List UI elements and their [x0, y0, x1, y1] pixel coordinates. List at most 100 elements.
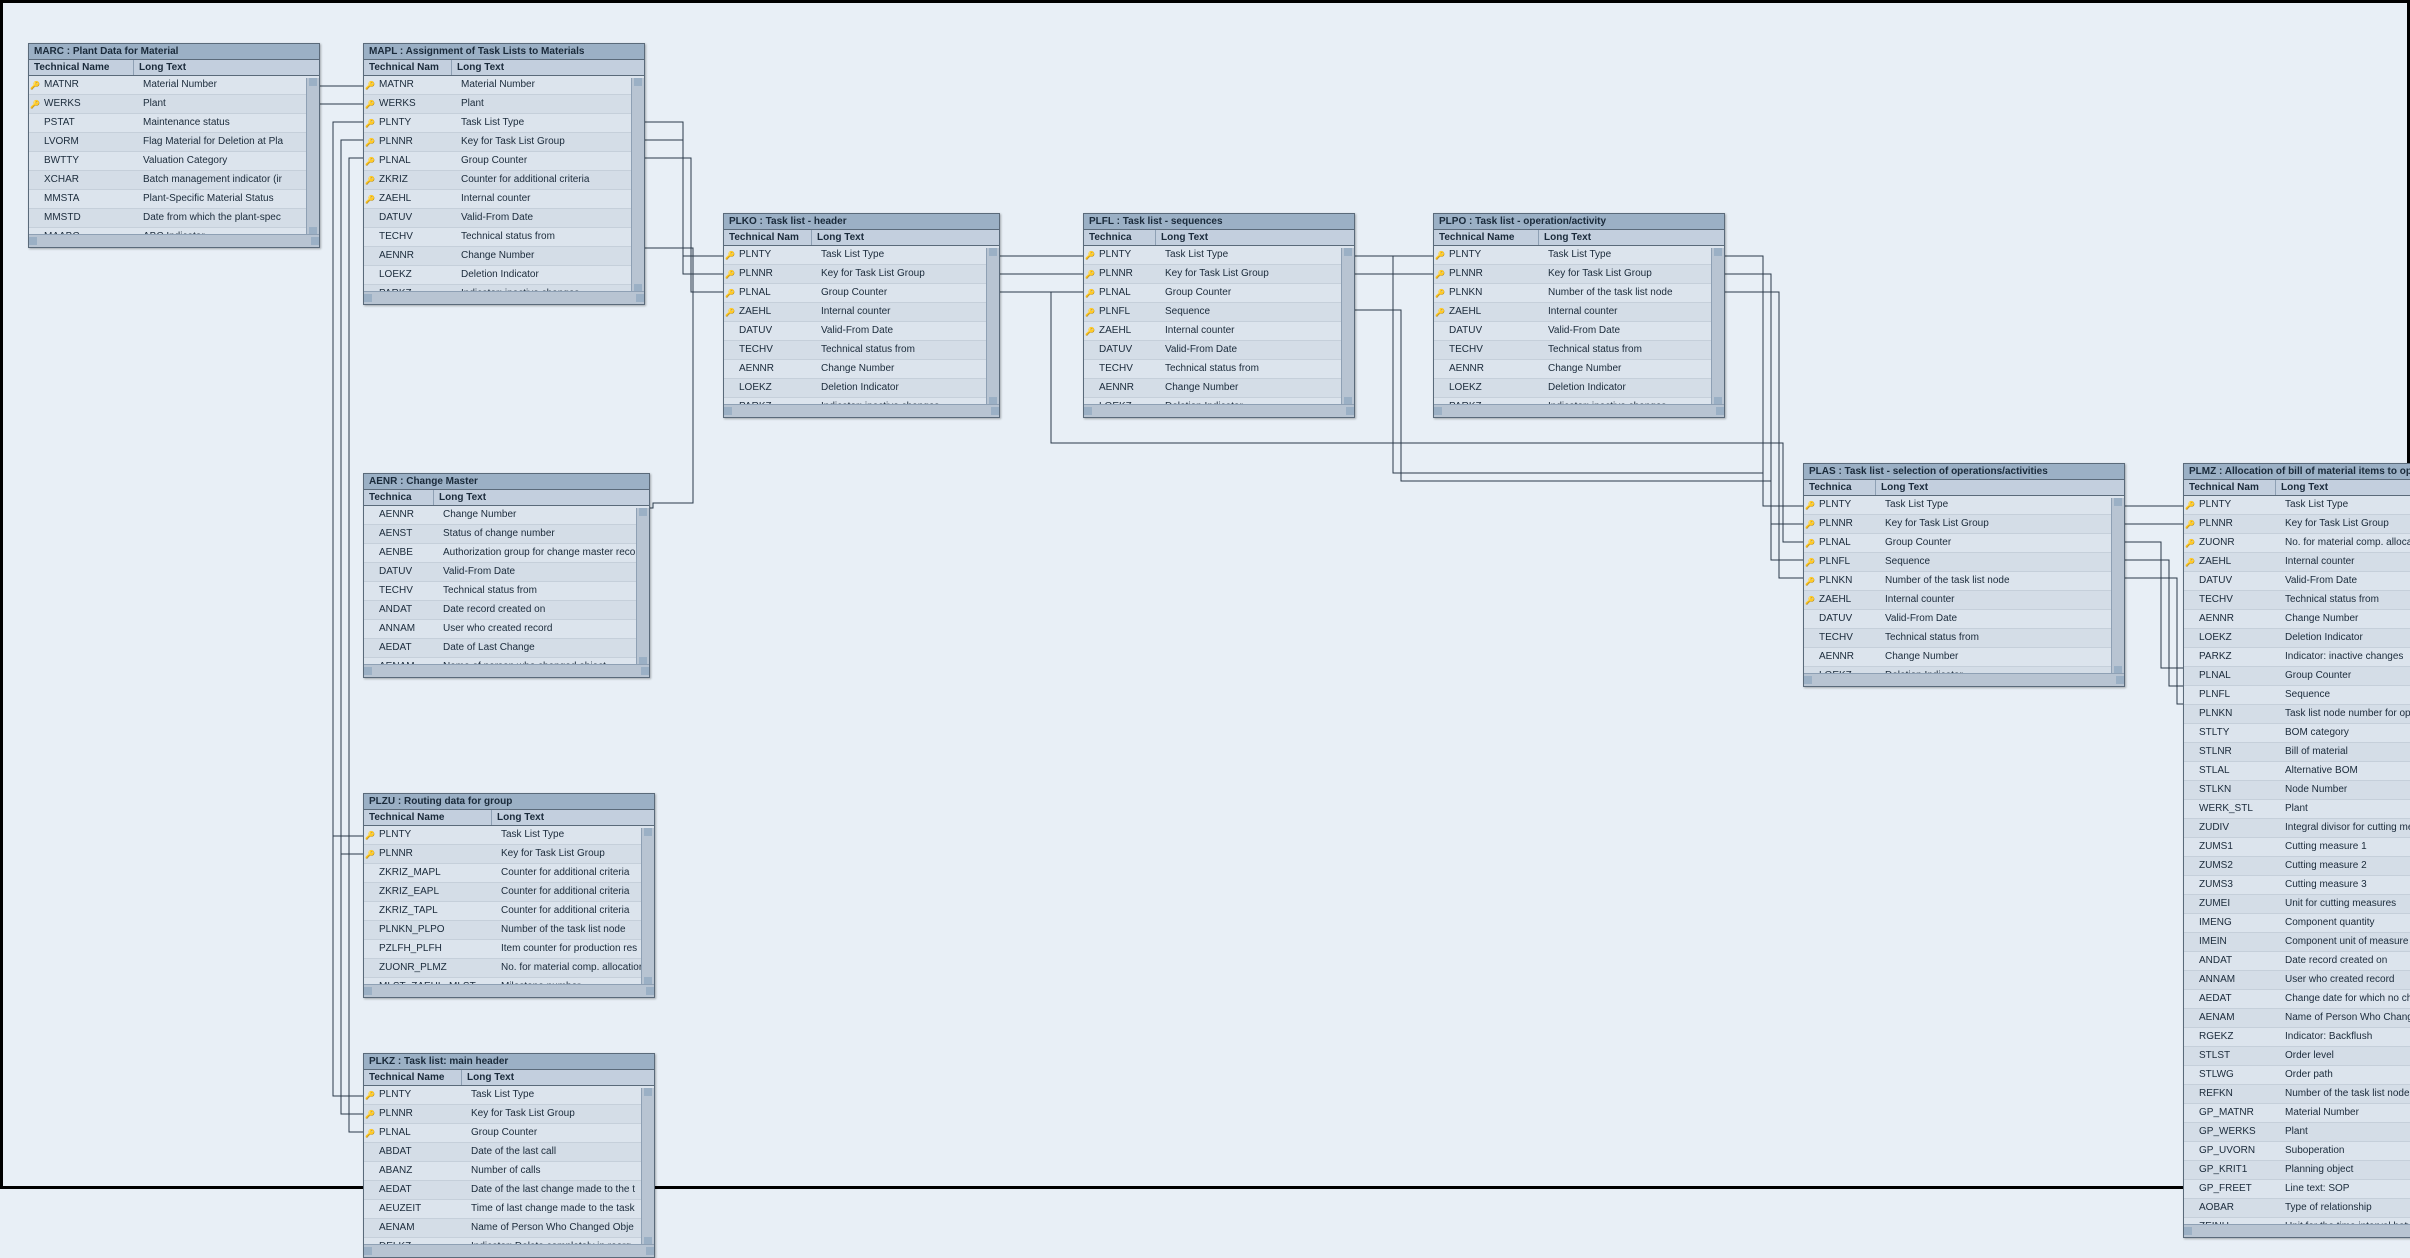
table-row[interactable]: ZAEHLInternal counter — [364, 190, 644, 209]
table-row[interactable]: ZUMS3Cutting measure 3 — [2184, 876, 2410, 895]
table-row[interactable]: TECHVTechnical status from — [1084, 360, 1354, 379]
table-row[interactable]: ZUMEIUnit for cutting measures — [2184, 895, 2410, 914]
table-row[interactable]: LOEKZDeletion Indicator — [724, 379, 999, 398]
table-row[interactable]: DATUVValid-From Date — [364, 209, 644, 228]
table-row[interactable]: AENBEAuthorization group for change mast… — [364, 544, 649, 563]
table-row[interactable]: ZUONRNo. for material comp. allocation t… — [2184, 534, 2410, 553]
table-marc[interactable]: MARC : Plant Data for MaterialTechnical … — [28, 43, 320, 248]
table-row[interactable]: PLNTYTask List Type — [2184, 496, 2410, 515]
table-row[interactable]: ZKRIZ_TAPLCounter for additional criteri… — [364, 902, 654, 921]
table-row[interactable]: PLNALGroup Counter — [1084, 284, 1354, 303]
table-row[interactable]: TECHVTechnical status from — [364, 228, 644, 247]
table-row[interactable]: AEDATDate of the last change made to the… — [364, 1181, 654, 1200]
table-row[interactable]: IMENGComponent quantity — [2184, 914, 2410, 933]
table-row[interactable]: DATUVValid-From Date — [1434, 322, 1724, 341]
table-row[interactable]: TECHVTechnical status from — [1804, 629, 2124, 648]
table-row[interactable]: ABANZNumber of calls — [364, 1162, 654, 1181]
scrollbar-vertical[interactable] — [1341, 248, 1354, 405]
table-row[interactable]: LOEKZDeletion Indicator — [1434, 379, 1724, 398]
table-row[interactable]: PLNNRKey for Task List Group — [364, 133, 644, 152]
table-row[interactable]: PLNFLSequence — [1084, 303, 1354, 322]
table-plas[interactable]: PLAS : Task list - selection of operatio… — [1803, 463, 2125, 687]
table-row[interactable]: PARKZIndicator: inactive changes — [2184, 648, 2410, 667]
table-row[interactable]: TECHVTechnical status from — [724, 341, 999, 360]
table-row[interactable]: WERK_STLPlant — [2184, 800, 2410, 819]
table-row[interactable]: ZUONR_PLMZNo. for material comp. allocat… — [364, 959, 654, 978]
table-row[interactable]: PLNNRKey for Task List Group — [1084, 265, 1354, 284]
scrollbar-vertical[interactable] — [636, 508, 649, 665]
table-row[interactable]: TECHVTechnical status from — [1434, 341, 1724, 360]
table-row[interactable]: AENAMName of Person Who Changed Obje — [364, 1219, 654, 1238]
table-row[interactable]: TECHVTechnical status from — [2184, 591, 2410, 610]
table-row[interactable]: AOBARType of relationship — [2184, 1199, 2410, 1218]
scrollbar-horizontal[interactable] — [364, 291, 644, 304]
table-row[interactable]: PLNTYTask List Type — [1804, 496, 2124, 515]
scrollbar-horizontal[interactable] — [29, 234, 319, 247]
table-row[interactable]: ANNAMUser who created record — [364, 620, 649, 639]
table-row[interactable]: ZKRIZ_MAPLCounter for additional criteri… — [364, 864, 654, 883]
table-row[interactable]: PLNKNNumber of the task list node — [1434, 284, 1724, 303]
table-row[interactable]: PLNTYTask List Type — [364, 826, 654, 845]
table-row[interactable]: PLNKNNumber of the task list node — [1804, 572, 2124, 591]
table-row[interactable]: LOEKZDeletion Indicator — [364, 266, 644, 285]
scrollbar-horizontal[interactable] — [724, 404, 999, 417]
table-row[interactable]: ZKRIZCounter for additional criteria — [364, 171, 644, 190]
table-row[interactable]: AEDATDate of Last Change — [364, 639, 649, 658]
table-row[interactable]: STLTYBOM category — [2184, 724, 2410, 743]
table-row[interactable]: AENSTStatus of change number — [364, 525, 649, 544]
table-row[interactable]: WERKSPlant — [364, 95, 644, 114]
scrollbar-vertical[interactable] — [1711, 248, 1724, 405]
table-row[interactable]: GP_UVORNSuboperation — [2184, 1142, 2410, 1161]
table-row[interactable]: AEUZEITTime of last change made to the t… — [364, 1200, 654, 1219]
table-row[interactable]: PLNALGroup Counter — [364, 152, 644, 171]
table-row[interactable]: AENNRChange Number — [1084, 379, 1354, 398]
table-row[interactable]: GP_MATNRMaterial Number — [2184, 1104, 2410, 1123]
scrollbar-horizontal[interactable] — [1084, 404, 1354, 417]
table-row[interactable]: STLNRBill of material — [2184, 743, 2410, 762]
table-row[interactable]: STLALAlternative BOM — [2184, 762, 2410, 781]
table-row[interactable]: STLWGOrder path — [2184, 1066, 2410, 1085]
table-row[interactable]: PSTATMaintenance status — [29, 114, 319, 133]
scrollbar-horizontal[interactable] — [1804, 673, 2124, 686]
table-row[interactable]: PLNNRKey for Task List Group — [1804, 515, 2124, 534]
table-row[interactable]: PLNTYTask List Type — [724, 246, 999, 265]
table-row[interactable]: PLNFLSequence — [2184, 686, 2410, 705]
table-row[interactable]: ANNAMUser who created record — [2184, 971, 2410, 990]
table-row[interactable]: ABDATDate of the last call — [364, 1143, 654, 1162]
table-row[interactable]: WERKSPlant — [29, 95, 319, 114]
scrollbar-horizontal[interactable] — [364, 984, 654, 997]
scrollbar-horizontal[interactable] — [364, 1244, 654, 1257]
table-plpo[interactable]: PLPO : Task list - operation/activityTec… — [1433, 213, 1725, 418]
table-row[interactable]: MATNRMaterial Number — [29, 76, 319, 95]
scrollbar-horizontal[interactable] — [1434, 404, 1724, 417]
table-row[interactable]: REFKNNumber of the task list node — [2184, 1085, 2410, 1104]
table-plkz[interactable]: PLKZ : Task list: main headerTechnical N… — [363, 1053, 655, 1258]
scrollbar-horizontal[interactable] — [2184, 1224, 2410, 1237]
scrollbar-vertical[interactable] — [631, 78, 644, 292]
table-row[interactable]: ZKRIZ_EAPLCounter for additional criteri… — [364, 883, 654, 902]
table-row[interactable]: ANDATDate record created on — [364, 601, 649, 620]
table-row[interactable]: AENNRChange Number — [1804, 648, 2124, 667]
table-row[interactable]: PLNKN_PLPONumber of the task list node — [364, 921, 654, 940]
table-row[interactable]: PLNKNTask list node number for operation — [2184, 705, 2410, 724]
table-row[interactable]: PLNTYTask List Type — [1084, 246, 1354, 265]
table-row[interactable]: IMEINComponent unit of measure — [2184, 933, 2410, 952]
table-row[interactable]: AENAMName of Person Who Changed Obje — [2184, 1009, 2410, 1028]
table-row[interactable]: PLNTYTask List Type — [364, 1086, 654, 1105]
table-row[interactable]: GP_KRIT1Planning object — [2184, 1161, 2410, 1180]
table-row[interactable]: ZUDIVIntegral divisor for cutting measur… — [2184, 819, 2410, 838]
table-row[interactable]: ZAEHLInternal counter — [1804, 591, 2124, 610]
table-row[interactable]: ZAEHLInternal counter — [1084, 322, 1354, 341]
table-row[interactable]: DATUVValid-From Date — [724, 322, 999, 341]
table-plzu[interactable]: PLZU : Routing data for groupTechnical N… — [363, 793, 655, 998]
table-row[interactable]: ZUMS2Cutting measure 2 — [2184, 857, 2410, 876]
table-aenr[interactable]: AENR : Change MasterTechnicaLong TextAEN… — [363, 473, 650, 678]
table-row[interactable]: AENNRChange Number — [1434, 360, 1724, 379]
table-row[interactable]: AENNRChange Number — [2184, 610, 2410, 629]
table-row[interactable]: LOEKZDeletion Indicator — [2184, 629, 2410, 648]
table-row[interactable]: PLNNRKey for Task List Group — [364, 1105, 654, 1124]
table-row[interactable]: PLNALGroup Counter — [364, 1124, 654, 1143]
scrollbar-vertical[interactable] — [641, 828, 654, 985]
table-plko[interactable]: PLKO : Task list - headerTechnical NamLo… — [723, 213, 1000, 418]
table-row[interactable]: AENNRChange Number — [364, 506, 649, 525]
